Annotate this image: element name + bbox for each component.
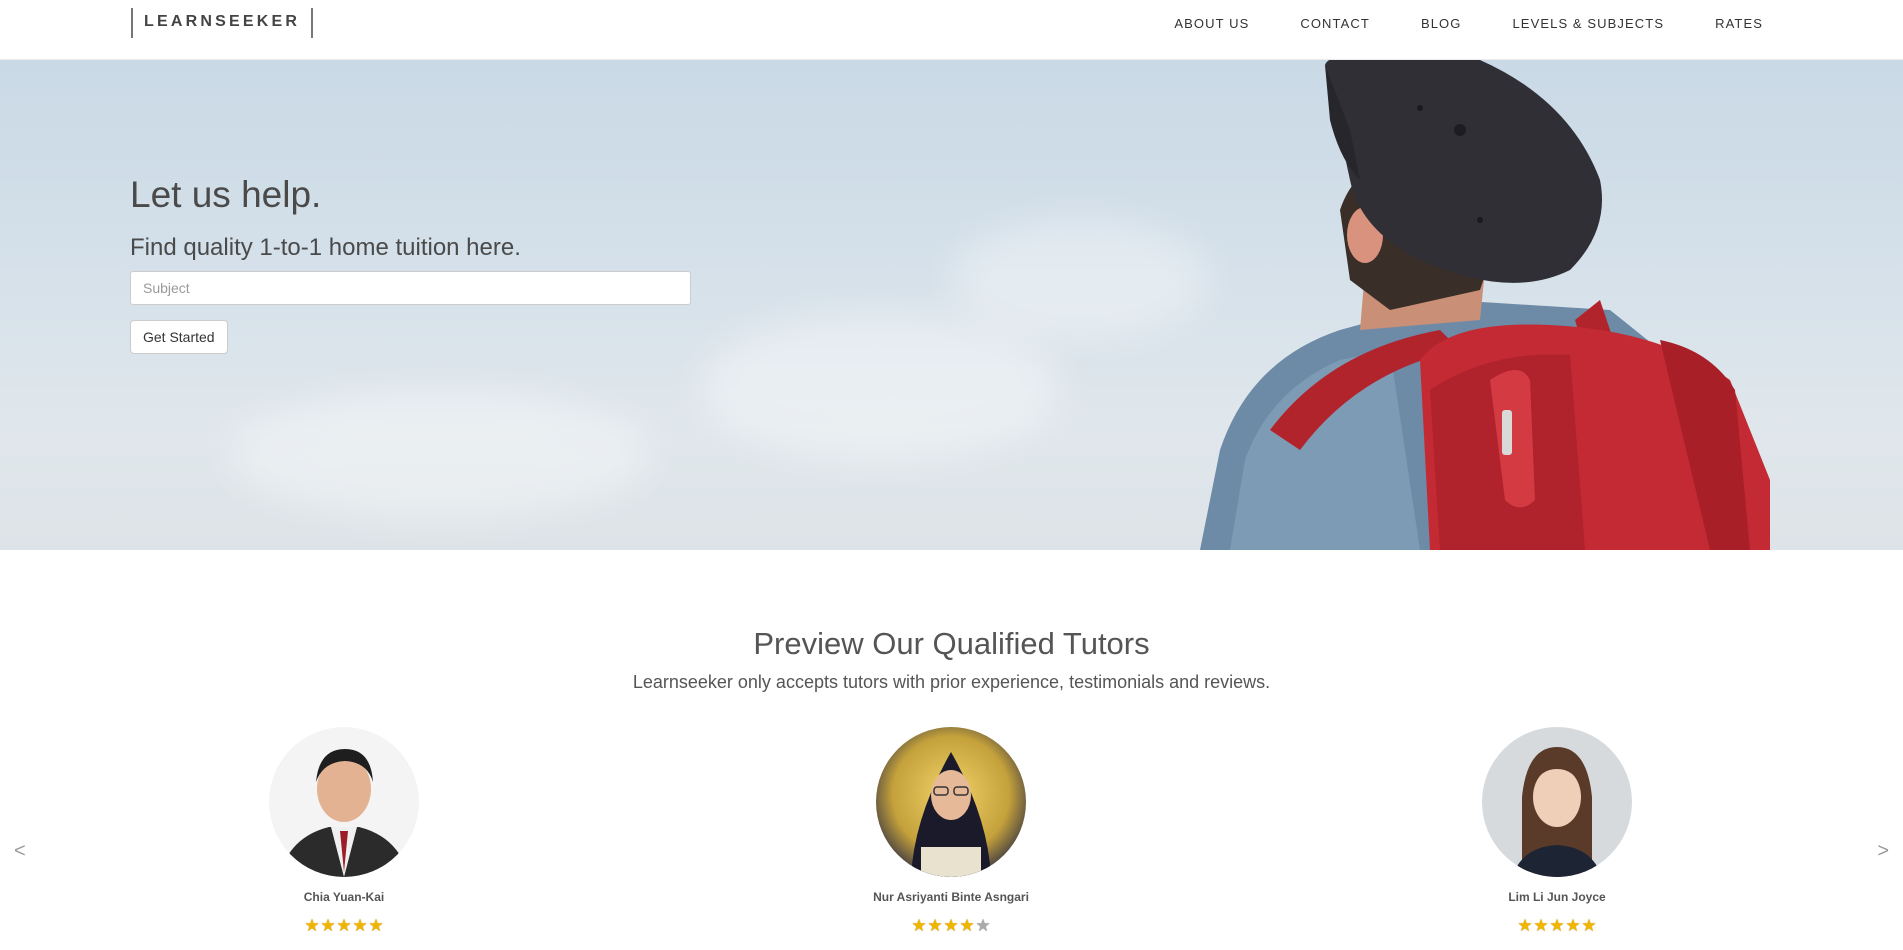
star-icon: ★: [304, 916, 320, 935]
tutor-avatar: [269, 727, 419, 877]
tutor-card[interactable]: Nur Asriyanti Binte Asngari ★ ★ ★ ★ ★: [826, 727, 1076, 934]
tutor-card[interactable]: Chia Yuan-Kai ★ ★ ★ ★ ★: [219, 727, 469, 934]
hero-title: Let us help.: [130, 174, 322, 215]
tutors-section-title: Preview Our Qualified Tutors: [753, 626, 1150, 661]
tutor-name: Lim Li Jun Joyce: [1508, 890, 1606, 904]
star-icon: ★: [368, 916, 384, 935]
nav-link-rates[interactable]: RATES: [1715, 14, 1763, 34]
get-started-button[interactable]: Get Started: [130, 320, 228, 354]
cloud-decoration: [230, 390, 650, 520]
star-icon: ★: [943, 916, 959, 935]
star-icon: ★: [336, 916, 352, 935]
tutor-avatar: [1482, 727, 1632, 877]
tutor-avatar: [876, 727, 1026, 877]
nav-link-contact[interactable]: CONTACT: [1300, 14, 1370, 34]
nav-link-about-us[interactable]: ABOUT US: [1174, 14, 1249, 34]
carousel-prev-arrow[interactable]: <: [14, 840, 26, 863]
nav-link-blog[interactable]: BLOG: [1421, 14, 1462, 34]
star-icon: ★: [927, 916, 943, 935]
star-icon: ★: [911, 916, 927, 935]
tutors-section-subtitle: Learnseeker only accepts tutors with pri…: [632, 672, 1271, 692]
star-icon: ★: [959, 916, 975, 935]
nav-link-levels-subjects[interactable]: LEVELS & SUBJECTS: [1512, 14, 1664, 34]
hero-person-image: [1200, 60, 1770, 550]
star-half-icon: ★: [975, 916, 991, 935]
tutor-name: Chia Yuan-Kai: [303, 890, 385, 904]
navbar: LEARNSEEKER ABOUT US CONTACT BLOG LEVELS…: [0, 0, 1903, 60]
hero-banner: Let us help. Find quality 1-to-1 home tu…: [0, 60, 1903, 550]
subject-input[interactable]: [130, 271, 691, 305]
star-icon: ★: [1517, 916, 1533, 935]
star-icon: ★: [1533, 916, 1549, 935]
tutor-rating: ★ ★ ★ ★ ★: [826, 916, 1076, 935]
star-icon: ★: [352, 916, 368, 935]
hero-subtitle: Find quality 1-to-1 home tuition here.: [130, 234, 521, 261]
tutor-name: Nur Asriyanti Binte Asngari: [873, 890, 1029, 904]
star-icon: ★: [1581, 916, 1597, 935]
page: LEARNSEEKER ABOUT US CONTACT BLOG LEVELS…: [0, 0, 1903, 950]
tutor-rating: ★ ★ ★ ★ ★: [219, 916, 469, 935]
star-icon: ★: [1565, 916, 1581, 935]
tutor-card[interactable]: Lim Li Jun Joyce ★ ★ ★ ★ ★: [1432, 727, 1682, 934]
cloud-decoration: [700, 310, 1060, 460]
star-icon: ★: [1549, 916, 1565, 935]
nav-links: ABOUT US CONTACT BLOG LEVELS & SUBJECTS …: [1123, 14, 1763, 34]
star-icon: ★: [320, 916, 336, 935]
cloud-decoration: [950, 220, 1210, 340]
logo[interactable]: LEARNSEEKER: [131, 8, 314, 38]
carousel-next-arrow[interactable]: >: [1877, 840, 1889, 863]
tutor-rating: ★ ★ ★ ★ ★: [1432, 916, 1682, 935]
